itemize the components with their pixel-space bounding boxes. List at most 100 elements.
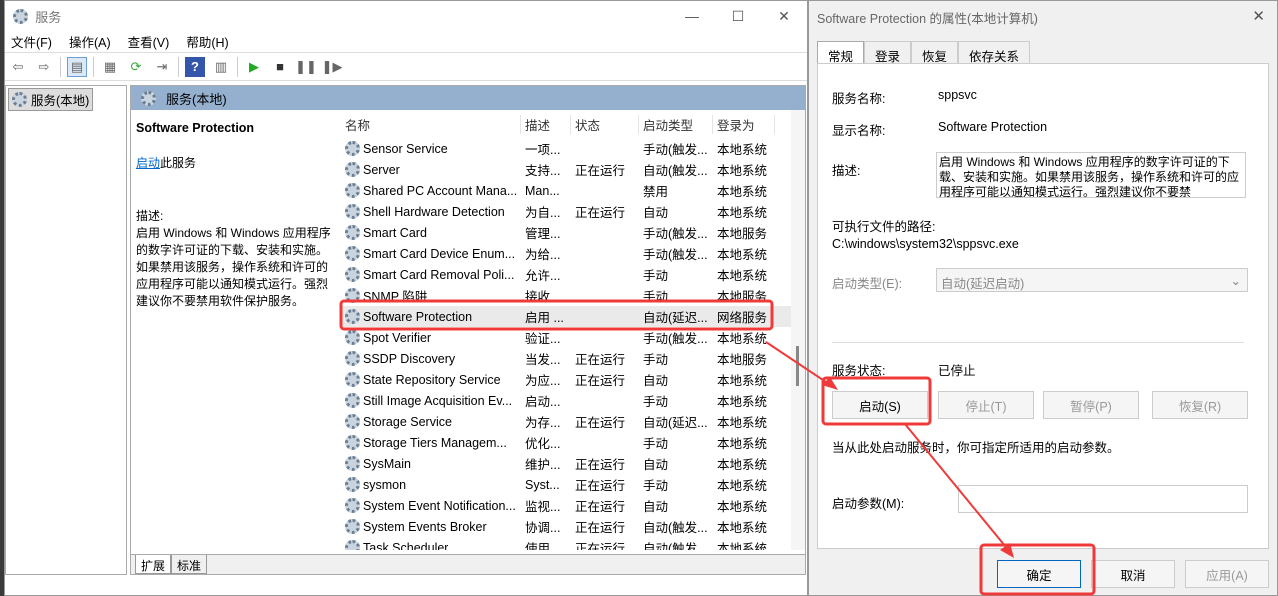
col-name[interactable]: 名称: [341, 115, 521, 134]
menu-action[interactable]: 操作(A): [69, 32, 111, 51]
cancel-button[interactable]: 取消: [1091, 560, 1175, 588]
cell-status: 正在运行: [571, 412, 639, 431]
general-panel: 服务名称: sppsvc 显示名称: Software Protection 描…: [817, 63, 1269, 549]
properties-icon[interactable]: ▦: [100, 57, 120, 77]
export-icon[interactable]: ⇥: [152, 57, 172, 77]
service-gear-icon: [345, 519, 360, 534]
cell-desc: 管理...: [521, 223, 571, 242]
tab-standard[interactable]: 标准: [171, 555, 207, 574]
service-name-value: sppsvc: [938, 88, 977, 102]
menu-help[interactable]: 帮助(H): [186, 32, 228, 51]
service-row[interactable]: Shared PC Account Mana...Man...禁用本地系统: [341, 180, 791, 201]
stop-button[interactable]: 停止(T): [938, 391, 1034, 419]
help-icon[interactable]: ?: [185, 57, 205, 77]
cell-logon: 本地系统: [713, 202, 775, 221]
ok-button[interactable]: 确定: [997, 560, 1081, 588]
service-name: Task Scheduler: [363, 541, 448, 551]
col-status[interactable]: 状态: [571, 115, 639, 134]
properties-dialog: Software Protection 的属性(本地计算机) ✕ 常规 登录 恢…: [808, 0, 1278, 596]
service-row[interactable]: SSDP Discovery当发...正在运行手动本地服务: [341, 348, 791, 369]
services-window: 服务 —☐✕ 文件(F) 操作(A) 查看(V) 帮助(H) ⇦⇨ ▤ ▦⟳⇥ …: [4, 0, 808, 596]
col-startup[interactable]: 启动类型: [639, 115, 713, 134]
cell-startup: 自动: [639, 496, 713, 515]
service-row[interactable]: sysmonSyst...正在运行手动本地系统: [341, 474, 791, 495]
start-service-link[interactable]: 启动: [136, 156, 160, 170]
pause-service-icon[interactable]: ❚❚: [296, 57, 316, 77]
cell-startup: 自动(延迟...: [639, 412, 713, 431]
dialog-close-button[interactable]: ✕: [1252, 7, 1265, 25]
pause-button[interactable]: 暂停(P): [1043, 391, 1139, 419]
start-service-icon[interactable]: ▶: [244, 57, 264, 77]
service-row[interactable]: System Events Broker协调...正在运行自动(触发...本地系…: [341, 516, 791, 537]
maximize-button[interactable]: ☐: [715, 1, 761, 31]
back-icon[interactable]: ⇦: [8, 57, 28, 77]
cell-desc: 维护...: [521, 454, 571, 473]
col-desc[interactable]: 描述: [521, 115, 571, 134]
cell-name: Software Protection: [341, 309, 521, 324]
description-box[interactable]: 启用 Windows 和 Windows 应用程序的数字许可证的下载、安装和实施…: [936, 152, 1246, 198]
service-gear-icon: [345, 141, 360, 156]
startup-type-select[interactable]: 自动(延迟启动)⌄: [936, 268, 1248, 292]
cell-logon: 本地系统: [713, 139, 775, 158]
restart-service-icon[interactable]: ❚▶: [322, 57, 342, 77]
service-row[interactable]: Shell Hardware Detection为自...正在运行自动本地系统: [341, 201, 791, 222]
service-row[interactable]: System Event Notification...监视...正在运行自动本…: [341, 495, 791, 516]
col-logon[interactable]: 登录为: [713, 115, 775, 134]
stop-service-icon[interactable]: ■: [270, 57, 290, 77]
cell-status: 正在运行: [571, 202, 639, 221]
service-row[interactable]: State Repository Service为应...正在运行自动本地系统: [341, 369, 791, 390]
cell-startup: 手动(触发...: [639, 139, 713, 158]
forward-icon[interactable]: ⇨: [34, 57, 54, 77]
path-value: C:\windows\system32\sppsvc.exe: [832, 237, 1019, 251]
cell-status: 正在运行: [571, 349, 639, 368]
service-row[interactable]: Spot Verifier验证...手动(触发...本地系统: [341, 327, 791, 348]
resume-button[interactable]: 恢复(R): [1152, 391, 1248, 419]
service-row[interactable]: Smart Card Device Enum...为给...手动(触发...本地…: [341, 243, 791, 264]
service-row[interactable]: Sensor Service一项...手动(触发...本地系统: [341, 138, 791, 159]
cell-desc: Man...: [521, 184, 571, 198]
service-row[interactable]: Task Scheduler使用...正在运行自动(触发...本地系统: [341, 537, 791, 550]
list-scrollbar[interactable]: [791, 110, 805, 550]
tab-extended[interactable]: 扩展: [135, 555, 171, 574]
service-name: Shared PC Account Mana...: [363, 184, 517, 198]
service-row[interactable]: Still Image Acquisition Ev...启动...手动本地系统: [341, 390, 791, 411]
tree-item-services-local[interactable]: 服务(本地): [8, 88, 93, 111]
cell-desc: 使用...: [521, 538, 571, 550]
cell-logon: 本地系统: [713, 244, 775, 263]
service-detail: Software Protection 启动此服务 描述: 启用 Windows…: [136, 120, 331, 310]
service-row[interactable]: Smart Card管理...手动(触发...本地服务: [341, 222, 791, 243]
action-pane-icon[interactable]: ▥: [211, 57, 231, 77]
cell-startup: 手动: [639, 286, 713, 305]
menu-bar: 文件(F) 操作(A) 查看(V) 帮助(H): [5, 31, 807, 53]
service-name: System Event Notification...: [363, 499, 516, 513]
service-row[interactable]: Storage Service为存...正在运行自动(延迟...本地系统: [341, 411, 791, 432]
start-button[interactable]: 启动(S): [832, 391, 928, 419]
cell-status: 正在运行: [571, 454, 639, 473]
service-row[interactable]: Software Protection启用 ...自动(延迟...网络服务: [341, 306, 791, 327]
service-row[interactable]: Server支持...正在运行自动(触发...本地系统: [341, 159, 791, 180]
service-row[interactable]: Smart Card Removal Poli...允许...手动本地系统: [341, 264, 791, 285]
service-name: Server: [363, 163, 400, 177]
service-name: Smart Card Device Enum...: [363, 247, 515, 261]
cell-status: 正在运行: [571, 370, 639, 389]
service-gear-icon: [345, 435, 360, 450]
apply-button[interactable]: 应用(A): [1185, 560, 1269, 588]
service-name: Sensor Service: [363, 142, 448, 156]
cell-name: System Event Notification...: [341, 498, 521, 513]
service-gear-icon: [345, 309, 360, 324]
param-label: 启动参数(M):: [832, 493, 904, 512]
start-params-input[interactable]: [958, 485, 1248, 513]
close-button[interactable]: ✕: [761, 1, 807, 31]
service-row[interactable]: SNMP 陷阱接收...手动本地服务: [341, 285, 791, 306]
cell-desc: 为自...: [521, 202, 571, 221]
service-row[interactable]: SysMain维护...正在运行自动本地系统: [341, 453, 791, 474]
show-hide-tree-icon[interactable]: ▤: [67, 57, 87, 77]
minimize-button[interactable]: —: [669, 1, 715, 31]
cell-name: Storage Service: [341, 414, 521, 429]
window-title: 服务: [35, 7, 61, 26]
refresh-icon[interactable]: ⟳: [126, 57, 146, 77]
menu-file[interactable]: 文件(F): [11, 32, 52, 51]
service-row[interactable]: Storage Tiers Managem...优化...手动本地系统: [341, 432, 791, 453]
menu-view[interactable]: 查看(V): [128, 32, 170, 51]
cell-logon: 本地服务: [713, 349, 775, 368]
